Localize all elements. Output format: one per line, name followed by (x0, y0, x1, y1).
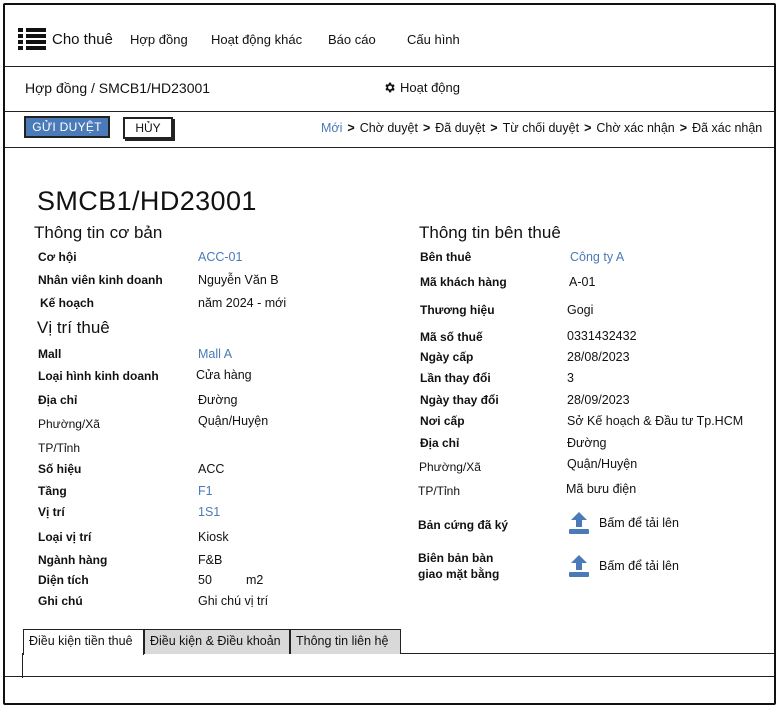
tab-contact-info[interactable]: Thông tin liên hệ (290, 629, 401, 654)
nav-item-contracts[interactable]: Hợp đồng (130, 32, 188, 47)
tax-code-value: 0331432432 (567, 329, 637, 343)
upload-icon (569, 512, 589, 534)
customer-code-value: A-01 (569, 275, 596, 289)
mall-link[interactable]: Mall A (198, 347, 232, 361)
page-title: SMCB1/HD23001 (37, 186, 257, 216)
plan-label: Kế hoạch (40, 296, 95, 310)
mall-label: Mall (38, 347, 62, 361)
gear-icon (385, 82, 395, 93)
floor-label: Tầng (38, 484, 67, 498)
issued-by-value: Sở Kế hoạch & Đầu tư Tp.HCM (567, 414, 744, 428)
category-value: F&B (198, 553, 223, 567)
position-label: Vị trí (38, 505, 65, 519)
floor-link[interactable]: F1 (198, 484, 213, 498)
tab-terms-conditions[interactable]: Điều kiện & Điều khoản (144, 629, 290, 654)
nav-item-settings[interactable]: Cấu hình (407, 32, 460, 47)
note-label: Ghi chú (38, 594, 83, 608)
position-type-value: Kiosk (198, 530, 229, 544)
app-title[interactable]: Cho thuê (52, 31, 113, 48)
tenant-city-value: TP/Tỉnh (418, 484, 461, 498)
handover-upload-label: Bấm để tải lên (599, 559, 679, 573)
position-type-label: Loại vị trí (38, 530, 92, 544)
nav-item-other-activities[interactable]: Hoạt động khác (211, 32, 302, 47)
number-label: Số hiệu (38, 462, 82, 476)
area-value: 50 (198, 573, 212, 587)
sales-staff-value: Nguyễn Văn B (198, 273, 279, 287)
location-city-value: TP/Tỉnh (38, 441, 81, 455)
location-address-label: Địa chỉ (38, 393, 78, 407)
business-type-value: Cửa hàng (196, 368, 252, 382)
change-count-label: Lần thay đổi (420, 371, 491, 385)
signed-copy-upload[interactable]: Bấm để tải lên (568, 511, 679, 535)
business-type-label: Loại hình kinh doanh (38, 369, 159, 383)
nav-item-reports[interactable]: Báo cáo (328, 32, 376, 47)
location-district-value: Quận/Huyện (198, 414, 269, 428)
breadcrumb-bar: Hợp đồng / SMCB1/HD23001 Hoạt động (5, 67, 774, 112)
brand-value: Gogi (567, 303, 594, 317)
opportunity-link[interactable]: ACC-01 (198, 250, 242, 264)
position-link[interactable]: 1S1 (198, 505, 220, 519)
issue-date-value: 28/08/2023 (567, 350, 630, 364)
action-bar: GỬI DUYỆT HỦY Mới > Chờ duyệt > Đã duyệt > Từ … (5, 112, 774, 148)
area-unit: m2 (246, 573, 264, 587)
menu-icon[interactable] (18, 28, 46, 50)
location-heading: Vị trí thuê (37, 318, 110, 337)
handover-label-line1: Biên bản bàn (418, 551, 494, 565)
tenant-label: Bên thuê (420, 250, 472, 264)
location-ward-value: Phường/Xã (38, 417, 100, 431)
plan-value: năm 2024 - mới (198, 296, 287, 310)
tenant-district-value: Quận/Huyện (567, 457, 638, 471)
location-street-value: Đường (198, 393, 238, 407)
number-value: ACC (198, 462, 225, 476)
tenant-street-value: Đường (567, 436, 607, 450)
category-label: Ngành hàng (38, 553, 108, 567)
status-step-new[interactable]: Mới (321, 121, 342, 135)
status-step-awaiting-confirm[interactable]: Chờ xác nhận (596, 121, 674, 135)
activity-button[interactable]: Hoạt động (383, 80, 460, 95)
change-date-value: 28/09/2023 (567, 393, 630, 407)
issued-by-label: Nơi cấp (420, 414, 465, 428)
status-step-confirmed[interactable]: Đã xác nhận (692, 121, 762, 135)
signed-copy-upload-label: Bấm để tải lên (599, 516, 679, 530)
tenant-address-label: Địa chỉ (420, 436, 460, 450)
tab-panel (22, 653, 774, 678)
top-nav: Cho thuê Hợp đồng Hoạt động khác Báo cáo… (5, 5, 774, 67)
issue-date-label: Ngày cấp (420, 350, 474, 364)
tab-rent-conditions[interactable]: Điều kiện tiền thuê (23, 629, 144, 655)
panel-bottom-border (5, 676, 774, 677)
status-step-rejected[interactable]: Từ chối duyệt (503, 121, 579, 135)
status-step-pending[interactable]: Chờ duyệt (360, 121, 418, 135)
change-count-value: 3 (567, 371, 574, 385)
breadcrumb[interactable]: Hợp đồng / SMCB1/HD23001 (25, 80, 210, 96)
brand-label: Thương hiệu (420, 303, 495, 317)
opportunity-label: Cơ hội (38, 250, 77, 264)
activity-label: Hoạt động (400, 80, 460, 95)
status-steps: Mới > Chờ duyệt > Đã duyệt > Từ chối duyệt > Chờ… (321, 121, 763, 135)
area-label: Diện tích (38, 573, 89, 587)
upload-icon (569, 555, 589, 577)
basic-info-heading: Thông tin cơ bản (34, 223, 163, 242)
cancel-button[interactable]: HỦY (123, 117, 173, 139)
tenant-heading: Thông tin bên thuê (419, 223, 561, 242)
sales-staff-label: Nhân viên kinh doanh (38, 273, 163, 287)
customer-code-label: Mã khách hàng (420, 275, 507, 289)
tenant-link[interactable]: Công ty A (570, 250, 624, 264)
status-step-approved[interactable]: Đã duyệt (435, 121, 485, 135)
change-date-label: Ngày thay đổi (420, 393, 499, 407)
handover-upload[interactable]: Bấm để tải lên (568, 554, 679, 578)
signed-copy-label: Bản cứng đã ký (418, 518, 509, 532)
note-value: Ghi chú vị trí (198, 594, 269, 608)
tenant-postal-code-value: Mã bưu điện (566, 482, 637, 496)
submit-approval-button[interactable]: GỬI DUYỆT (24, 116, 110, 138)
handover-label-line2: giao mặt bằng (418, 567, 500, 581)
tenant-ward-value: Phường/Xã (419, 460, 481, 474)
tax-code-label: Mã số thuế (420, 330, 483, 344)
